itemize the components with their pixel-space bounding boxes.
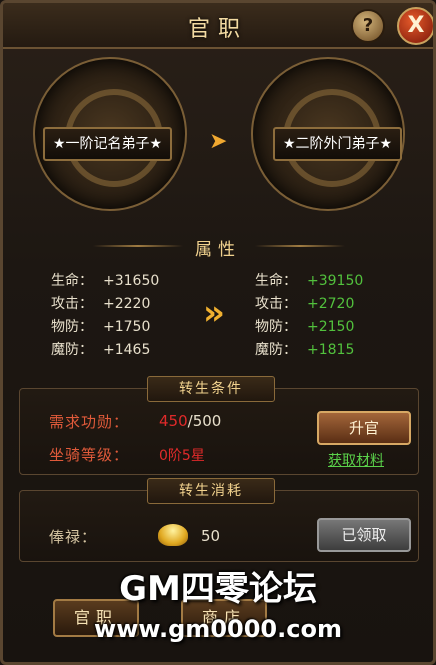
stat-value: +2720 <box>307 296 355 312</box>
mount-level-label: 坐骑等级： <box>49 446 130 464</box>
stat-label: 生命： <box>51 273 93 289</box>
upgrade-rank-button[interactable]: 升官 <box>317 411 411 445</box>
get-materials-link[interactable]: 获取材料 <box>328 450 384 470</box>
claimed-button[interactable]: 已领取 <box>317 518 411 552</box>
close-button[interactable]: X <box>397 7 433 45</box>
title-bar: 官职 ? X <box>3 3 433 49</box>
stat-label: 生命： <box>255 273 297 289</box>
current-stat-pdef: 物防： +1750 <box>51 316 150 336</box>
current-rank-label: ★一阶记名弟子★ <box>43 127 173 161</box>
current-stat-mdef: 魔防： +1465 <box>51 339 150 359</box>
stat-label: 物防： <box>255 319 297 335</box>
stat-value: +1465 <box>103 342 151 358</box>
next-rank-label: ★二阶外门弟子★ <box>273 127 403 161</box>
conditions-title: 转生条件 <box>147 376 275 402</box>
stat-label: 攻击： <box>255 296 297 312</box>
stat-label: 魔防： <box>51 342 93 358</box>
double-chevron-right-icon: » <box>203 293 225 333</box>
mount-level-value: 0阶5星 <box>159 448 205 464</box>
next-stat-pdef: 物防： +2150 <box>255 316 354 336</box>
question-icon: ? <box>362 15 374 36</box>
salary-value: 50 <box>201 527 221 545</box>
attributes-title: 属性 <box>195 240 241 260</box>
merit-value: 450/500 <box>159 412 221 430</box>
current-stat-hp: 生命： +31650 <box>51 270 159 290</box>
stat-label: 物防： <box>51 319 93 335</box>
gold-ingot-icon <box>158 524 188 546</box>
stat-label: 攻击： <box>51 296 93 312</box>
next-stat-mdef: 魔防： +1815 <box>255 339 354 359</box>
stat-value: +31650 <box>103 273 160 289</box>
stat-value: +2150 <box>307 319 355 335</box>
official-rank-window: 官职 ? X ★一阶记名弟子★ ➤ ★二阶外门弟子★ 属性 生命： +31650 … <box>0 0 436 665</box>
stat-value: +1815 <box>307 342 355 358</box>
salary-label: 俸禄： <box>49 528 98 546</box>
merit-label: 需求功勋： <box>49 413 130 431</box>
chevron-right-icon: ➤ <box>209 129 228 154</box>
watermark-title: GM四零论坛 <box>119 569 317 609</box>
stat-value: +2220 <box>103 296 151 312</box>
merit-current: 450 <box>159 412 188 430</box>
stat-label: 魔防： <box>255 342 297 358</box>
merit-required: /500 <box>187 412 222 430</box>
cost-title: 转生消耗 <box>147 478 275 504</box>
watermark-url: www.gm0000.com <box>94 615 342 643</box>
stat-value: +39150 <box>307 273 364 289</box>
current-stat-atk: 攻击： +2220 <box>51 293 150 313</box>
stat-value: +1750 <box>103 319 151 335</box>
next-stat-atk: 攻击： +2720 <box>255 293 354 313</box>
next-stat-hp: 生命： +39150 <box>255 270 363 290</box>
divider <box>255 245 345 247</box>
help-button[interactable]: ? <box>351 9 385 43</box>
close-icon: X <box>407 13 425 38</box>
